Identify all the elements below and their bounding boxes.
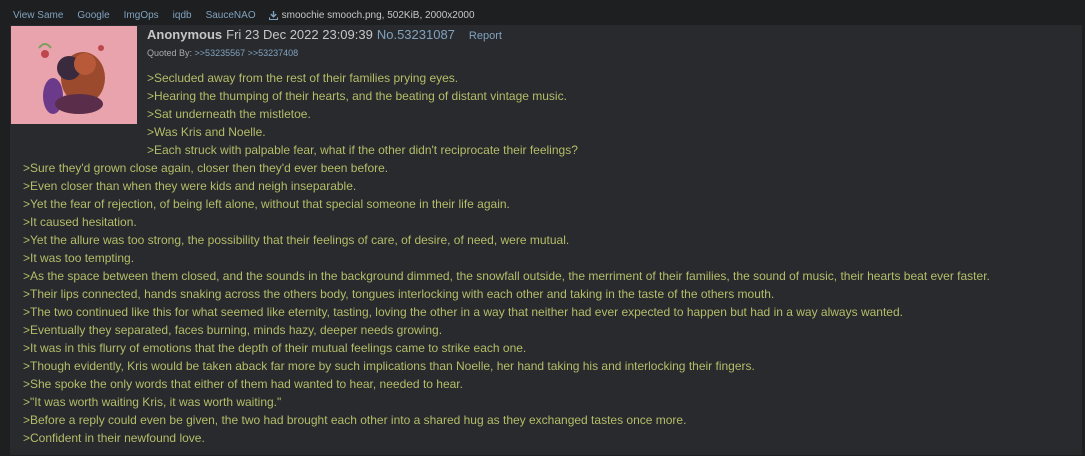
quote-link[interactable]: >>53235567 — [195, 48, 246, 58]
greentext-line: >Sat underneath the mistletoe. — [147, 107, 311, 121]
greentext-line: >It was in this flurry of emotions that … — [23, 341, 527, 355]
imgops-link[interactable]: ImgOps — [117, 10, 166, 21]
saucenao-link[interactable]: SauceNAO — [199, 10, 263, 21]
greentext-line: >Confident in their newfound love. — [23, 431, 205, 445]
iqdb-link[interactable]: iqdb — [166, 10, 199, 21]
greentext-line: >Secluded away from the rest of their fa… — [147, 71, 459, 85]
greentext-line: >Eventually they separated, faces burnin… — [23, 323, 443, 337]
file-meta: , 502KiB, 2000x2000 — [381, 10, 475, 21]
report-button[interactable]: Report — [469, 30, 502, 42]
greentext-line: >Before a reply could even be given, the… — [23, 413, 687, 427]
greentext-line: >Their lips connected, hands snaking acr… — [23, 287, 775, 301]
greentext-line: >Sure they'd grown close again, closer t… — [23, 161, 389, 175]
google-link[interactable]: Google — [70, 10, 116, 21]
greentext-line: >Yet the fear of rejection, of being lef… — [23, 197, 510, 211]
post-number-link[interactable]: No.53231087 — [377, 27, 455, 42]
thumbnail-art — [11, 26, 137, 124]
greentext-line: >The two continued like this for what se… — [23, 305, 903, 319]
file-info: smoochie smooch.png , 502KiB, 2000x2000 — [263, 10, 475, 21]
post: Anonymous Fri 23 Dec 2022 23:09:39 No.53… — [10, 25, 1083, 455]
quote-link[interactable]: >>53237408 — [248, 48, 299, 58]
file-name-link[interactable]: smoochie smooch.png — [282, 10, 382, 21]
greentext-line: >She spoke the only words that either of… — [23, 377, 463, 391]
greentext-line: >Each struck with palpable fear, what if… — [147, 143, 578, 157]
quoted-by-label: Quoted By: — [147, 48, 193, 58]
greentext-line: >Though evidently, Kris would be taken a… — [23, 359, 755, 373]
greentext-line: >Even closer than when they were kids an… — [23, 179, 357, 193]
poster-name: Anonymous — [147, 27, 223, 42]
image-toolbar: View Same Google ImgOps iqdb SauceNAO sm… — [6, 6, 806, 25]
view-same-link[interactable]: View Same — [6, 10, 70, 21]
greentext-line: >Yet the allure was too strong, the poss… — [23, 233, 570, 247]
post-datetime: Fri 23 Dec 2022 23:09:39 — [226, 27, 373, 42]
post-thumbnail[interactable] — [11, 26, 137, 124]
greentext-line: >It was too tempting. — [23, 251, 135, 265]
greentext-line: >Was Kris and Noelle. — [147, 125, 266, 139]
greentext-line: >"It was worth waiting Kris, it was wort… — [23, 395, 282, 409]
greentext-line: >It caused hesitation. — [23, 215, 137, 229]
greentext-line: >As the space between them closed, and t… — [23, 269, 990, 283]
greentext-line: >Hearing the thumping of their hearts, a… — [147, 89, 567, 103]
download-icon[interactable] — [268, 11, 278, 20]
quoted-by: Quoted By: >>53235567 >>53237408 — [147, 48, 298, 58]
post-info: Anonymous Fri 23 Dec 2022 23:09:39 No.53… — [147, 27, 502, 42]
